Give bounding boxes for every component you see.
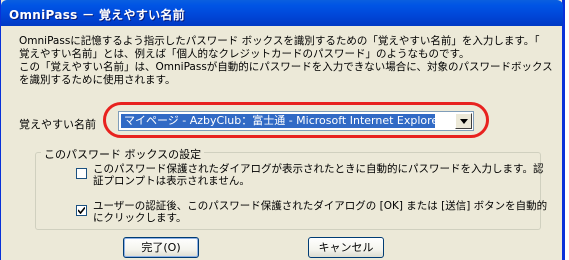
intro-line: この「覚えやすい名前」は、OmniPassが自動的にパスワードを入力できない場合… <box>19 61 553 73</box>
settings-legend: このパスワード ボックスの設定 <box>41 146 205 162</box>
ok-button[interactable]: 完了(O) <box>123 237 199 258</box>
auto-fill-label-line2: 証プロンプトは表示されません。 <box>93 175 250 187</box>
auto-fill-checkbox[interactable] <box>76 168 87 179</box>
friendly-name-label: 覚えやすい名前 <box>19 118 96 131</box>
auto-submit-label: ユーザーの認証後、このパスワード保護されたダイアログの [OK] または [送信… <box>93 200 547 224</box>
auto-fill-label: このパスワード保護されたダイアログが表示されたときに自動的にパスワードを入力しま… <box>93 163 543 187</box>
auto-submit-label-line1: ユーザーの認証後、このパスワード保護されたダイアログの [OK] または [送信… <box>93 200 548 212</box>
intro-line: を識別するために使用されます。 <box>19 74 176 86</box>
auto-submit-checkbox[interactable] <box>76 205 87 216</box>
window-title: OmniPass － 覚えやすい名前 <box>9 8 185 22</box>
cancel-button[interactable]: キャンセル <box>308 237 384 258</box>
title-bar[interactable]: OmniPass － 覚えやすい名前 <box>1 0 563 26</box>
checkmark-icon <box>78 207 85 214</box>
auto-submit-label-line2: にクリックします。 <box>93 212 187 224</box>
intro-line: 覚えやすい名前」とは、例えば「個人的なクレジットカードのパスワード」のようなもの… <box>19 48 470 60</box>
highlight-ring <box>103 102 489 138</box>
auto-fill-label-line1: このパスワード保護されたダイアログが表示されたときに自動的にパスワードを入力しま… <box>93 163 544 175</box>
intro-text: OmniPassに記憶するよう指示したパスワード ボックスを識別するための「覚え… <box>19 35 559 87</box>
intro-line: OmniPassに記憶するよう指示したパスワード ボックスを識別するための「覚え… <box>19 35 540 47</box>
dialog-window: OmniPass － 覚えやすい名前 OmniPassに記憶するよう指示したパス… <box>0 0 565 260</box>
